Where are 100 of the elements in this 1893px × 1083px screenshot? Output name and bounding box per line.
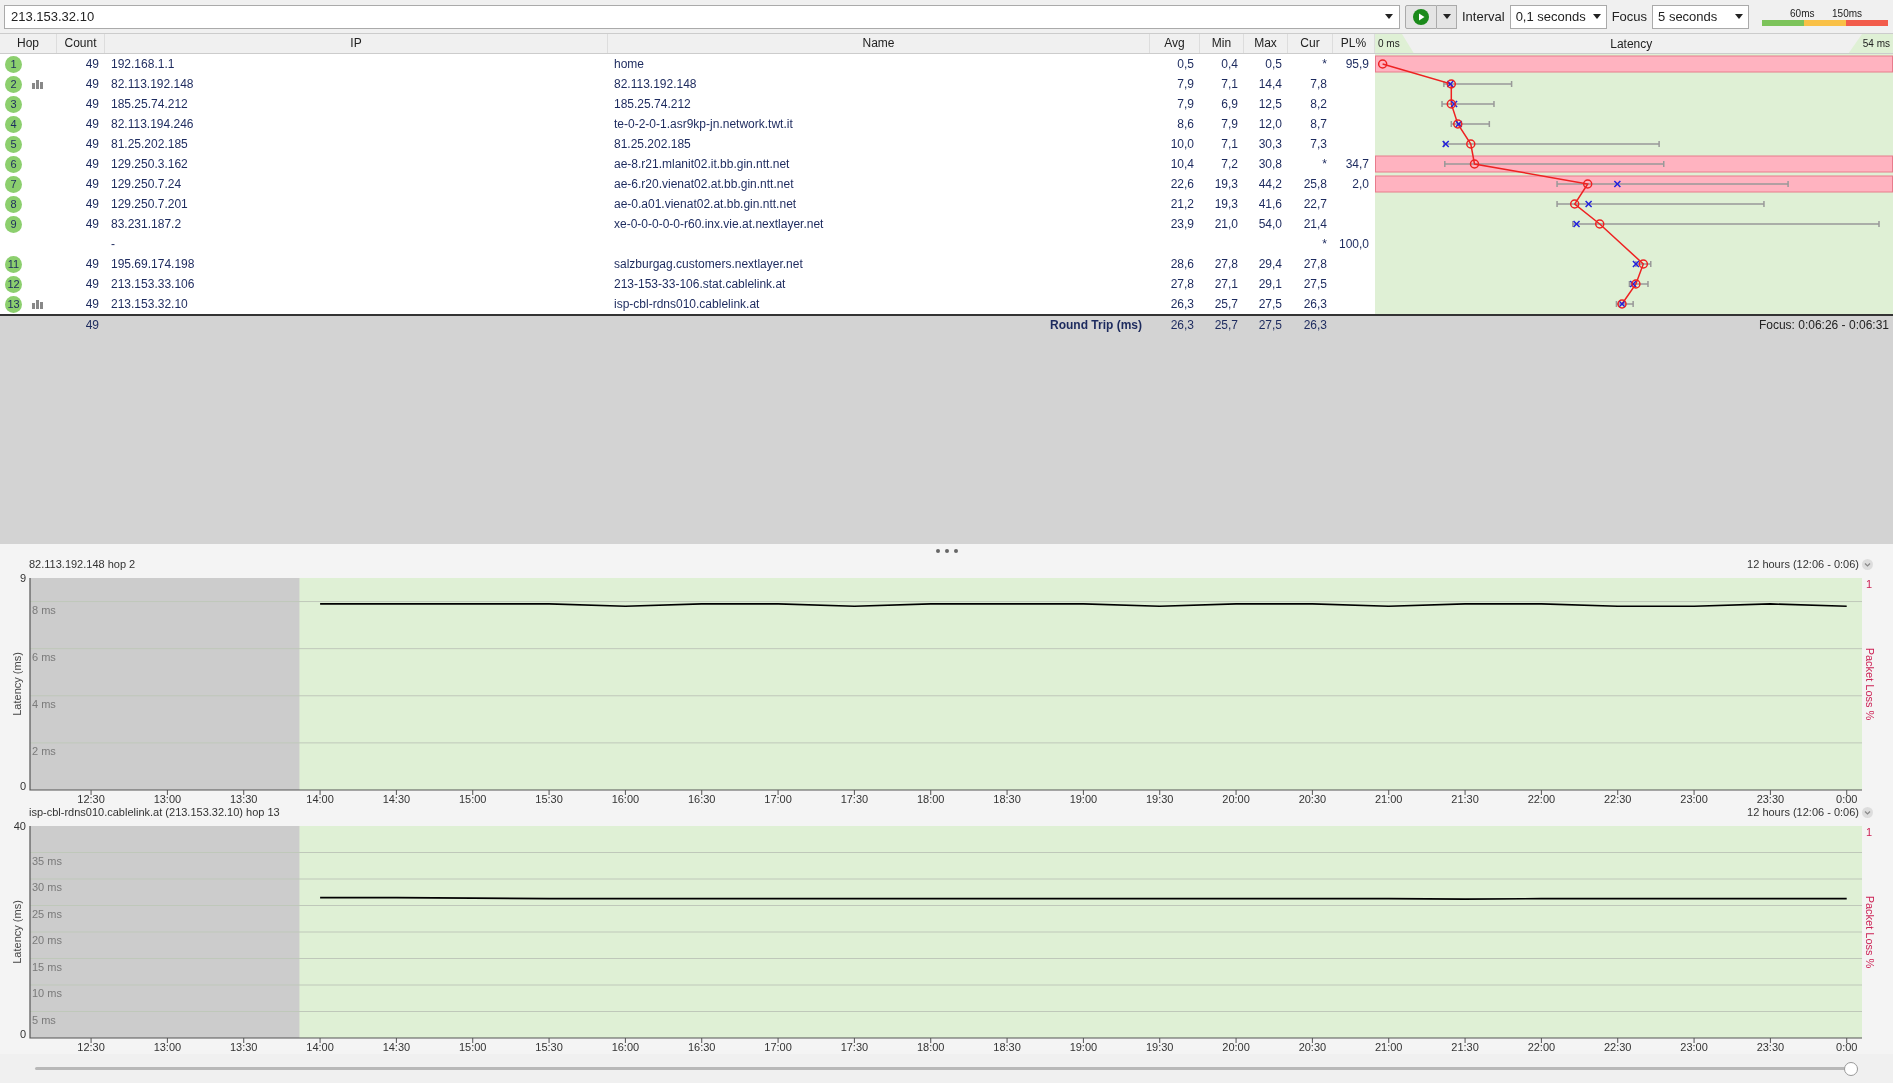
tick-label: 1 [1866, 578, 1873, 590]
host-combo-box[interactable]: 213.153.32.10 [4, 4, 1400, 29]
table-row[interactable]: 2 49 82.113.192.148 82.113.192.148 7,9 7,1 14,4 7,8 [0, 74, 1375, 94]
axis-title: Packet Loss % [1864, 647, 1876, 721]
legend-label: 150ms [1832, 7, 1864, 20]
tick-label: 23:30 [1756, 1041, 1785, 1053]
tick-label: 21:00 [1374, 793, 1403, 805]
table-row[interactable]: 11 49 195.69.174.198 salzburgag.customers.nextlayer.net 28,6 27,8 29,4 27,8 [0, 254, 1375, 274]
table-cell-text: 26,3 [1302, 318, 1328, 332]
table-cell-text: te-0-2-0-1.asr9kp-jn.network.twt.it [613, 117, 794, 131]
caret-icon [1592, 14, 1601, 19]
tick-label: 16:30 [687, 793, 716, 805]
table-cell-text: 49 [84, 77, 100, 91]
hop-number-badge: 6 [5, 155, 22, 173]
hop-number-badge: 11 [5, 255, 22, 273]
latency-marker [1572, 219, 1605, 229]
table-cell-text: 27,5 [1257, 297, 1283, 311]
table-cell-text: 6,9 [1220, 97, 1239, 111]
column-header[interactable]: Cur [1288, 34, 1333, 53]
tick-label: 13:00 [153, 793, 182, 805]
table-row[interactable]: 3 49 185.25.74.212 185.25.74.212 7,9 6,9 12,5 8,2 [0, 94, 1375, 114]
tick-label: 22:00 [1527, 1041, 1556, 1053]
table-cell-text: 25,7 [1213, 318, 1239, 332]
table-cell-text: 10,0 [1169, 137, 1195, 151]
tick-label: 13:00 [153, 1041, 182, 1053]
table-row[interactable]: 12 49 213.153.33.106 213-153-33-106.stat.cablelink.at 27,8 27,1 29,1 27,5 [0, 274, 1375, 294]
table-cell-text: 22,7 [1302, 197, 1328, 211]
splitter-handle-icon[interactable] [935, 549, 958, 553]
time-range-selector[interactable]: 12 hours (12:06 - 0:06) [1747, 806, 1873, 818]
table-cell-text: 14,4 [1257, 77, 1283, 91]
tick-label: 17:00 [764, 1041, 792, 1053]
table-cell-text: 12,5 [1257, 97, 1283, 111]
table-cell-text: 7,9 [1176, 97, 1195, 111]
column-header[interactable]: Avg [1150, 34, 1200, 53]
tick-label: 20:00 [1222, 1041, 1250, 1053]
column-header[interactable]: Count [57, 34, 105, 53]
tick-label: 16:30 [687, 1041, 716, 1053]
table-cell-text: 49 [84, 177, 100, 191]
slider-thumb[interactable] [1844, 1061, 1858, 1076]
tick-label: 6 ms [32, 650, 56, 663]
axis-end-label: 9 [19, 572, 26, 584]
tick-label: 18:30 [993, 1041, 1021, 1053]
tick-label: 23:00 [1680, 793, 1708, 805]
table-row[interactable]: - * 100,0 [0, 234, 1375, 254]
table-row[interactable]: 1 49 192.168.1.1 home 0,5 0,4 0,5 * 95,9 [0, 54, 1375, 74]
tick-label: 15:30 [535, 793, 563, 805]
bar-chart-icon[interactable] [32, 299, 43, 309]
table-row[interactable]: 8 49 129.250.7.201 ae-0.a01.vienat02.at.bb.gin.ntt.net 21,2 19,3 41,6 22,7 [0, 194, 1375, 214]
dropdown-button[interactable] [1437, 4, 1457, 29]
focus-select[interactable]: 5 seconds [1652, 4, 1750, 29]
tick-label: 4 ms [32, 697, 56, 710]
latency-marker [1377, 59, 1388, 69]
time-range-selector[interactable]: 12 hours (12:06 - 0:06) [1747, 558, 1873, 570]
hop-number-badge: 4 [5, 115, 22, 133]
table-cell-text: 27,5 [1257, 318, 1283, 332]
table-row[interactable]: 13 49 213.153.32.10 isp-cbl-rdns010.cablelink.at 26,3 25,7 27,5 26,3 [0, 294, 1375, 314]
range-whisker [1615, 300, 1634, 308]
table-cell-text: 49 [84, 97, 100, 111]
table-cell-text: 192.168.1.1 [110, 57, 176, 71]
table-cell-text: 7,2 [1220, 157, 1239, 171]
table-cell-text: 129.250.7.201 [110, 197, 189, 211]
tick-label: 22:30 [1603, 793, 1632, 805]
focus-range-text: Focus: 0:06:26 - 0:06:31 [1758, 318, 1889, 332]
latency-marker [1617, 299, 1627, 309]
table-cell-text: 185.25.74.212 [613, 97, 692, 111]
column-header[interactable]: Max [1244, 34, 1288, 53]
latency-marker [1453, 119, 1463, 129]
table-cell-text: 49 [84, 117, 100, 131]
hop-number-badge: 13 [5, 295, 22, 313]
start-button[interactable] [1405, 4, 1437, 29]
chevron-down-icon [1862, 806, 1873, 818]
interval-select[interactable]: 0,1 seconds [1509, 4, 1607, 29]
tick-label: 23:30 [1756, 793, 1785, 805]
tick-label: 12:30 [77, 1041, 105, 1053]
tick-label: 8 ms [32, 603, 56, 616]
column-header[interactable]: Min [1200, 34, 1244, 53]
table-cell-text: ae-6.r20.vienat02.at.bb.gin.ntt.net [613, 177, 795, 191]
column-header[interactable]: IP [105, 34, 608, 53]
tick-label: 19:00 [1069, 793, 1098, 805]
axis-end-label: 0 [19, 1028, 26, 1040]
table-row[interactable]: 5 49 81.25.202.185 81.25.202.185 10,0 7,1 30,3 7,3 [0, 134, 1375, 154]
column-header[interactable]: Name [608, 34, 1150, 53]
table-cell-text: 0,5 [1176, 57, 1195, 71]
bar-chart-icon[interactable] [32, 79, 43, 89]
tick-label: 23:00 [1680, 1041, 1708, 1053]
table-row[interactable]: 4 49 82.113.194.246 te-0-2-0-1.asr9kp-jn.network.twt.it 8,6 7,9 12,0 8,7 [0, 114, 1375, 134]
table-cell-text: 82.113.194.246 [110, 117, 195, 131]
table-row[interactable]: 9 49 83.231.187.2 xe-0-0-0-0-0-r60.inx.vie.at.nextlayer.net 23,9 21,0 54,0 21,4 [0, 214, 1375, 234]
timeline-slider[interactable] [35, 1061, 1858, 1076]
table-cell-text: 213-153-33-106.stat.cablelink.at [613, 277, 787, 291]
table-cell-text: 81.25.202.185 [613, 137, 692, 151]
table-cell-text: 213.153.33.106 [110, 277, 196, 291]
tick-label: 35 ms [32, 854, 62, 867]
table-row[interactable]: 7 49 129.250.7.24 ae-6.r20.vienat02.at.bb.gin.ntt.net 22,6 19,3 44,2 25,8 2,0 [0, 174, 1375, 194]
column-header[interactable]: Latency [1610, 36, 1653, 51]
table-cell-text: xe-0-0-0-0-0-r60.inx.vie.at.nextlayer.net [613, 217, 825, 231]
table-cell-text: * [1321, 237, 1328, 251]
column-header[interactable]: Hop [0, 34, 57, 53]
table-cell-text: 27,8 [1302, 257, 1328, 271]
table-row[interactable]: 6 49 129.250.3.162 ae-8.r21.mlanit02.it.bb.gin.ntt.net 10,4 7,2 30,8 * 34,7 [0, 154, 1375, 174]
